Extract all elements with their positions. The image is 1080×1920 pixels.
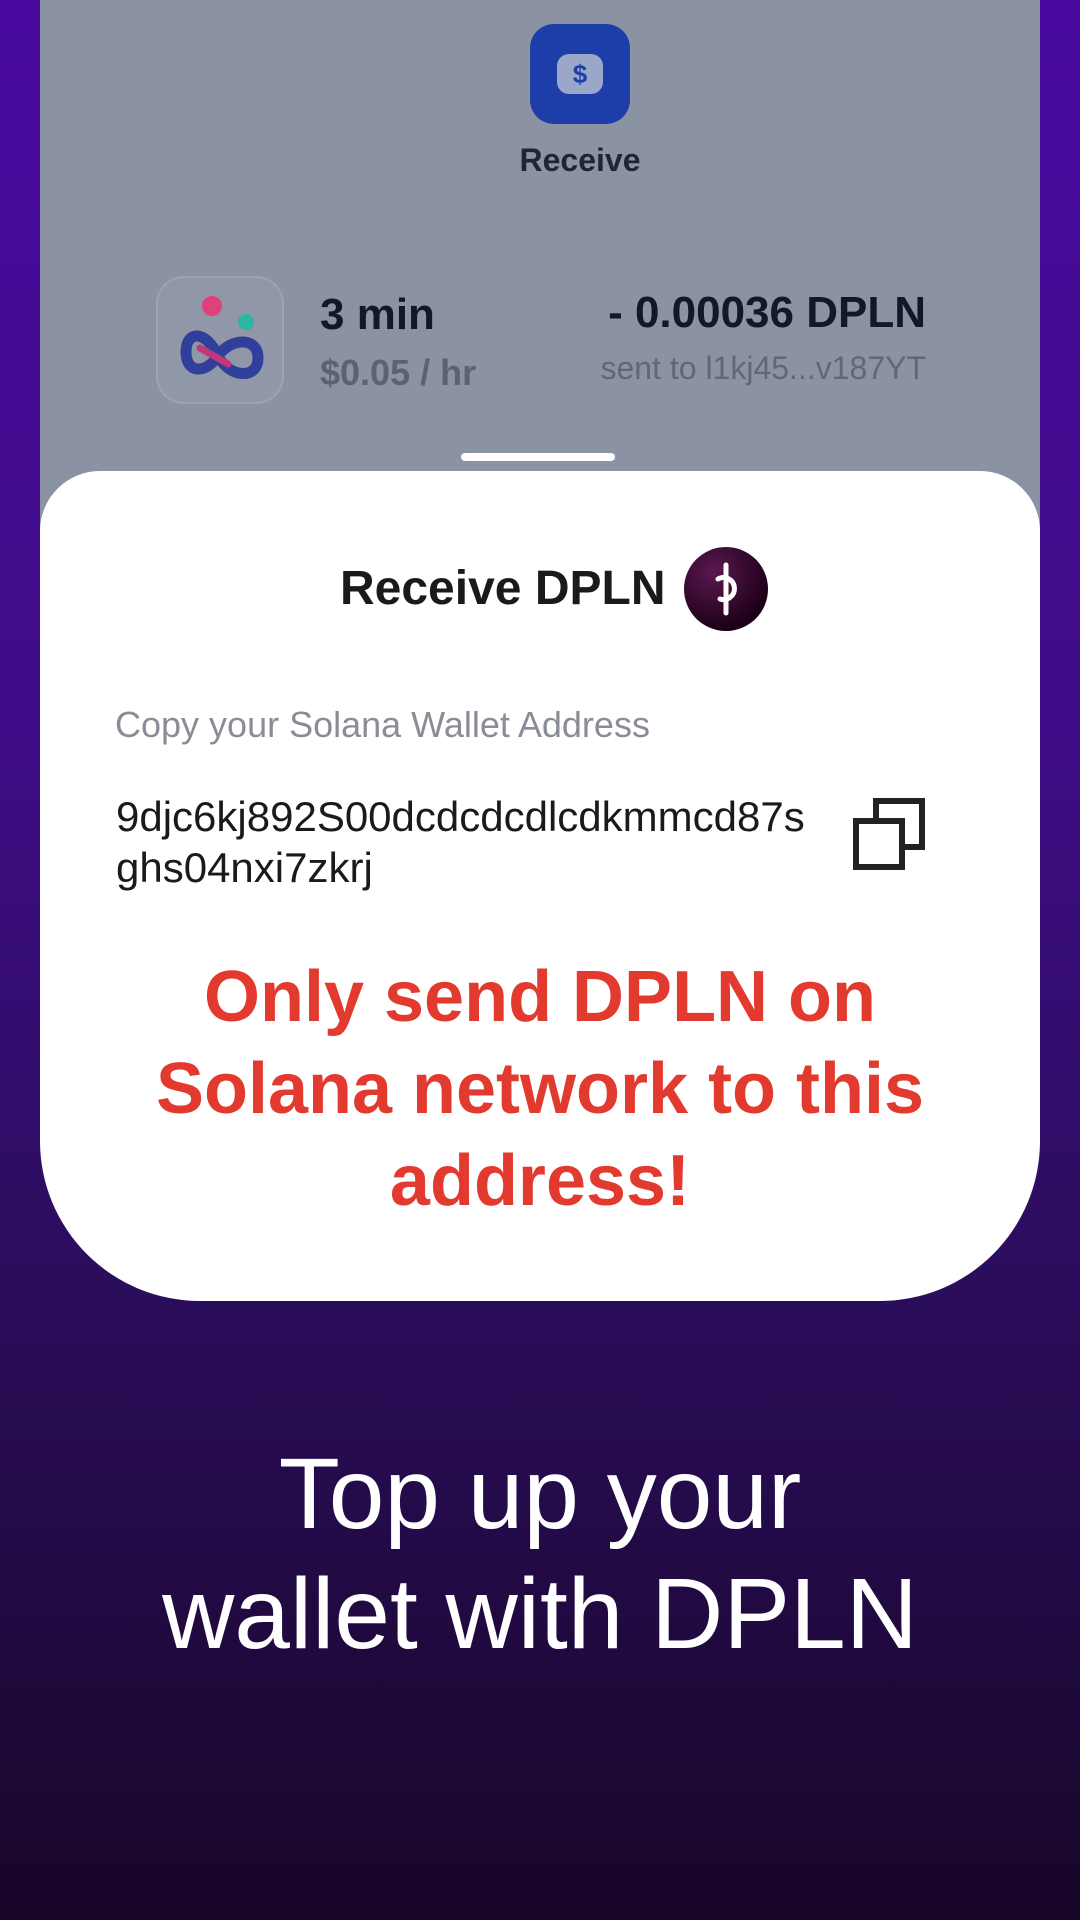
receive-sheet: Receive DPLN Copy your Solana Wallet Add… <box>40 471 1040 1301</box>
transaction-rate: $0.05 / hr <box>320 352 477 393</box>
onboarding-headline: Top up your wallet with DPLN <box>162 1438 918 1670</box>
receive-button[interactable]: $ <box>530 24 630 124</box>
sheet-title: Receive DPLN <box>340 562 666 615</box>
transaction-recipient: sent to l1kj45...v187YT <box>600 350 926 386</box>
wallet-address: 9djc6kj892S00dcdcdcdlcdkmmcd87sghs04nxi7… <box>116 793 805 891</box>
copy-address-button[interactable] <box>852 797 926 871</box>
copy-icon <box>853 798 925 870</box>
receive-button-label: Receive <box>519 142 641 178</box>
sheet-drag-handle[interactable] <box>461 453 615 461</box>
app-logo-icon <box>156 276 284 404</box>
wallet-address-label: Copy your Solana Wallet Address <box>115 704 650 745</box>
transaction-amount: - 0.00036 DPLN <box>608 288 926 337</box>
network-warning: Only send DPLN on Solana network to this… <box>155 957 925 1221</box>
transaction-duration: 3 min <box>320 290 435 339</box>
dpln-token-icon <box>684 547 768 631</box>
dollar-icon: $ <box>557 54 603 94</box>
